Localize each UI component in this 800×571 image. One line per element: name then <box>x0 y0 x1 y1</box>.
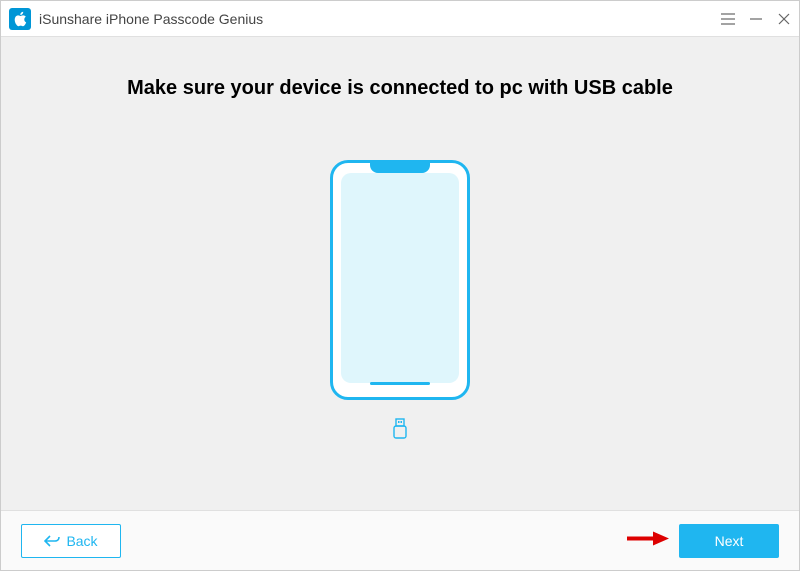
main-content: Make sure your device is connected to pc… <box>1 37 799 510</box>
highlight-arrow-icon <box>625 529 669 552</box>
phone-notch <box>370 163 430 173</box>
back-button[interactable]: Back <box>21 524 121 558</box>
page-heading: Make sure your device is connected to pc… <box>127 77 673 100</box>
minimize-button[interactable] <box>749 12 763 26</box>
titlebar: iSunshare iPhone Passcode Genius <box>1 1 799 37</box>
footer: Back Next <box>1 510 799 570</box>
back-arrow-icon <box>44 535 60 547</box>
phone-home-indicator <box>370 382 430 385</box>
next-button-label: Next <box>715 533 744 549</box>
usb-icon <box>392 418 408 445</box>
device-illustration <box>330 160 470 445</box>
menu-button[interactable] <box>721 12 735 26</box>
app-logo-icon <box>9 8 31 30</box>
phone-screen <box>341 173 459 383</box>
close-button[interactable] <box>777 12 791 26</box>
back-button-label: Back <box>66 533 97 549</box>
window-controls <box>721 12 791 26</box>
next-button[interactable]: Next <box>679 524 779 558</box>
app-title: iSunshare iPhone Passcode Genius <box>39 11 721 27</box>
phone-icon <box>330 160 470 400</box>
